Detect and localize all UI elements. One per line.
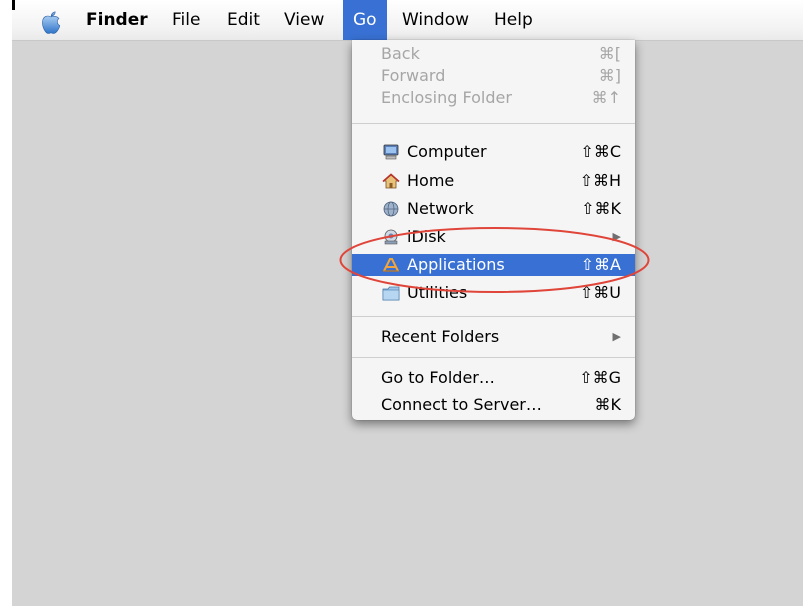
menu-item-label: Computer bbox=[407, 142, 487, 161]
go-menu-dropdown: Back ⌘[ Forward ⌘] Enclosing Folder ⌘↑ C… bbox=[352, 40, 635, 420]
menu-separator bbox=[352, 123, 635, 124]
menu-item-label: Network bbox=[407, 199, 474, 218]
menu-go[interactable]: Go bbox=[343, 0, 387, 40]
menu-window[interactable]: Window bbox=[402, 0, 469, 40]
menu-item-label: Applications bbox=[407, 255, 505, 274]
menu-item-forward[interactable]: Forward ⌘] bbox=[352, 65, 635, 87]
menu-item-shortcut: ⇧⌘U bbox=[579, 283, 621, 302]
menu-item-recent-folders[interactable]: Recent Folders ▶ bbox=[352, 326, 635, 348]
menu-item-shortcut: ⇧⌘A bbox=[580, 255, 621, 274]
menu-view[interactable]: View bbox=[284, 0, 324, 40]
utilities-folder-icon bbox=[382, 286, 400, 301]
menu-item-network[interactable]: Network ⇧⌘K bbox=[352, 198, 635, 220]
menu-item-shortcut: ⌘[ bbox=[598, 44, 621, 63]
menu-item-label: Go to Folder… bbox=[381, 368, 495, 387]
network-icon bbox=[383, 201, 399, 217]
menu-item-enclosing-folder[interactable]: Enclosing Folder ⌘↑ bbox=[352, 87, 635, 109]
menu-item-label: Back bbox=[381, 44, 420, 63]
menu-finder[interactable]: Finder bbox=[86, 0, 148, 40]
apple-logo-icon[interactable] bbox=[38, 10, 64, 36]
menu-separator bbox=[352, 316, 635, 317]
menu-separator bbox=[352, 357, 635, 358]
computer-icon bbox=[383, 144, 399, 160]
menu-item-shortcut: ⌘↑ bbox=[591, 88, 621, 107]
menu-item-shortcut: ⌘] bbox=[598, 66, 621, 85]
menu-file[interactable]: File bbox=[172, 0, 200, 40]
menu-item-shortcut: ⇧⌘K bbox=[581, 199, 621, 218]
screen-corner bbox=[12, 0, 15, 10]
desktop: Finder File Edit View Go Window Help Bac… bbox=[12, 0, 803, 606]
menu-item-label: Enclosing Folder bbox=[381, 88, 512, 107]
menu-item-applications[interactable]: Applications ⇧⌘A bbox=[352, 254, 635, 276]
menu-item-shortcut: ⌘K bbox=[594, 395, 622, 414]
menu-item-shortcut: ⇧⌘C bbox=[580, 142, 621, 161]
menu-item-label: Forward bbox=[381, 66, 446, 85]
menu-item-label: Connect to Server… bbox=[381, 395, 542, 414]
menu-edit[interactable]: Edit bbox=[227, 0, 260, 40]
menu-item-back[interactable]: Back ⌘[ bbox=[352, 43, 635, 65]
submenu-arrow-icon: ▶ bbox=[612, 330, 621, 343]
menu-help[interactable]: Help bbox=[494, 0, 533, 40]
menu-item-label: iDisk bbox=[407, 227, 446, 246]
menu-item-utilities[interactable]: Utilities ⇧⌘U bbox=[352, 282, 635, 304]
applications-icon bbox=[383, 258, 399, 272]
home-icon bbox=[382, 173, 400, 189]
menu-item-connect-to-server[interactable]: Connect to Server… ⌘K bbox=[352, 394, 635, 416]
menu-item-shortcut: ⇧⌘G bbox=[579, 368, 621, 387]
idisk-icon bbox=[384, 229, 398, 245]
menu-item-go-to-folder[interactable]: Go to Folder… ⇧⌘G bbox=[352, 367, 635, 389]
menu-item-label: Home bbox=[407, 171, 455, 190]
menu-bar: Finder File Edit View Go Window Help bbox=[12, 0, 803, 41]
menu-item-shortcut: ⇧⌘H bbox=[579, 171, 621, 190]
menu-item-home[interactable]: Home ⇧⌘H bbox=[352, 170, 635, 192]
menu-item-label: Recent Folders bbox=[381, 327, 500, 346]
submenu-arrow-icon: ▶ bbox=[612, 230, 621, 243]
menu-item-computer[interactable]: Computer ⇧⌘C bbox=[352, 141, 635, 163]
menu-item-label: Utilities bbox=[407, 283, 468, 302]
menu-item-idisk[interactable]: iDisk ▶ bbox=[352, 226, 635, 248]
